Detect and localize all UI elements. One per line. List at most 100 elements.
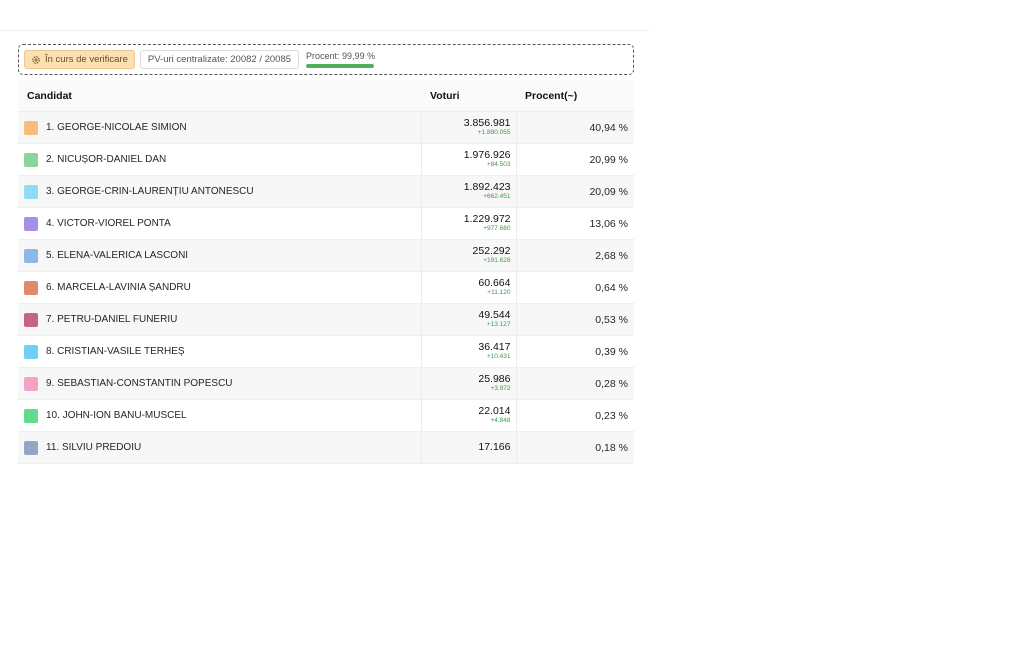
candidate-cell: 9. SEBASTIAN-CONSTANTIN POPESCU — [18, 367, 421, 400]
votes-cell: 49.544 +13.127 — [420, 303, 516, 336]
votes-cell: 1.976.926 +84.503 — [420, 143, 516, 176]
table-row[interactable]: 2. NICUȘOR-DANIEL DAN 1.976.926 +84.503 20,… — [18, 143, 634, 176]
candidate-cell: 1. GEORGE-NICOLAE SIMION — [18, 111, 421, 144]
results-table: Candidat Voturi Procent(~) 1. GEORGE-NIC… — [18, 80, 634, 464]
status-bar: În curs de verificare PV-uri centralizat… — [18, 44, 634, 75]
table-row[interactable]: 9. SEBASTIAN-CONSTANTIN POPESCU 25.986 +3.… — [18, 367, 634, 400]
candidate-cell: 8. CRISTIAN-VASILE TERHEȘ — [18, 335, 421, 368]
votes-delta: +662.451 — [483, 193, 511, 200]
candidate-color-swatch — [24, 152, 38, 167]
table-row[interactable]: 4. VICTOR-VIOREL PONTA 1.229.972 +977.680 1… — [18, 207, 634, 240]
percent-cell: 0,64 % — [515, 271, 634, 304]
pv-count-badge: PV-uri centralizate: 20082 / 20085 — [139, 50, 300, 69]
header-candidate[interactable]: Candidat — [18, 80, 421, 112]
candidate-cell: 7. PETRU-DANIEL FUNERIU — [18, 303, 421, 336]
table-row[interactable]: 11. SILVIU PREDOIU 17.166 0,18 % — [18, 431, 634, 464]
votes-value: 60.664 — [478, 277, 511, 289]
percent-cell: 0,18 % — [515, 431, 634, 464]
candidate-name: 8. CRISTIAN-VASILE TERHEȘ — [46, 346, 185, 357]
percent-cell: 0,23 % — [515, 399, 634, 432]
table-header-row: Candidat Voturi Procent(~) — [18, 80, 634, 112]
candidate-color-swatch — [24, 344, 38, 359]
candidate-name: 5. ELENA-VALERICA LASCONI — [46, 250, 189, 261]
candidate-color-swatch — [24, 376, 38, 391]
votes-value: 22.014 — [478, 405, 511, 417]
candidate-color-swatch — [24, 184, 38, 199]
candidate-color-swatch — [24, 216, 38, 231]
votes-value: 252.292 — [472, 245, 511, 257]
votes-cell: 36.417 +10.431 — [420, 335, 516, 368]
votes-delta: +3.972 — [490, 385, 511, 392]
votes-value: 36.417 — [478, 341, 511, 353]
votes-value: 17.166 — [478, 441, 511, 453]
percent-cell: 0,53 % — [515, 303, 634, 336]
candidate-cell: 4. VICTOR-VIOREL PONTA — [18, 207, 421, 240]
votes-value: 1.229.972 — [463, 213, 511, 225]
percent-progress-fill — [306, 64, 375, 68]
votes-value: 3.856.981 — [463, 117, 511, 129]
candidate-name: 10. JOHN-ION BANU-MUSCEL — [46, 410, 187, 421]
table-row[interactable]: 1. GEORGE-NICOLAE SIMION 3.856.981 +1.880.… — [18, 111, 634, 144]
percent-indicator: Procent: 99,99 % — [306, 51, 375, 68]
candidate-cell: 11. SILVIU PREDOIU — [18, 431, 421, 464]
pv-count-label: PV-uri centralizate: 20082 / 20085 — [147, 54, 292, 65]
table-row[interactable]: 6. MARCELA-LAVINIA ȘANDRU 60.664 +11.120 0,… — [18, 271, 634, 304]
votes-delta: +84.503 — [486, 161, 511, 168]
candidate-name: 4. VICTOR-VIOREL PONTA — [46, 218, 171, 229]
candidate-name: 1. GEORGE-NICOLAE SIMION — [46, 122, 187, 133]
candidate-name: 11. SILVIU PREDOIU — [46, 442, 142, 453]
votes-delta: +977.680 — [483, 225, 511, 232]
results-panel: În curs de verificare PV-uri centralizat… — [18, 44, 634, 464]
candidate-cell: 10. JOHN-ION BANU-MUSCEL — [18, 399, 421, 432]
percent-cell: 2,68 % — [515, 239, 634, 272]
votes-delta: +4.848 — [490, 417, 511, 424]
top-divider — [0, 30, 650, 31]
percent-cell: 13,06 % — [515, 207, 634, 240]
votes-cell: 60.664 +11.120 — [420, 271, 516, 304]
percent-cell: 40,94 % — [515, 111, 634, 144]
candidate-color-swatch — [24, 280, 38, 295]
candidate-cell: 6. MARCELA-LAVINIA ȘANDRU — [18, 271, 421, 304]
votes-cell: 252.292 +191.628 — [420, 239, 516, 272]
votes-delta: +10.431 — [486, 353, 511, 360]
candidate-color-swatch — [24, 440, 38, 455]
verification-badge[interactable]: În curs de verificare — [24, 50, 135, 69]
candidate-name: 3. GEORGE-CRIN-LAURENȚIU ANTONESCU — [46, 186, 254, 197]
votes-delta: +11.120 — [487, 289, 511, 296]
votes-cell: 3.856.981 +1.880.055 — [420, 111, 516, 144]
votes-delta: +13.127 — [486, 321, 511, 328]
table-row[interactable]: 3. GEORGE-CRIN-LAURENȚIU ANTONESCU 1.892.… — [18, 175, 634, 208]
percent-cell: 0,28 % — [515, 367, 634, 400]
votes-delta: +191.628 — [483, 257, 511, 264]
verification-label: În curs de verificare — [45, 54, 128, 65]
percent-cell: 0,39 % — [515, 335, 634, 368]
candidate-cell: 3. GEORGE-CRIN-LAURENȚIU ANTONESCU — [18, 175, 421, 208]
table-row[interactable]: 8. CRISTIAN-VASILE TERHEȘ 36.417 +10.431 0,… — [18, 335, 634, 368]
percent-progress-track — [306, 64, 375, 68]
header-votes[interactable]: Voturi — [421, 80, 516, 112]
votes-cell: 17.166 — [420, 431, 516, 464]
candidate-color-swatch — [24, 312, 38, 327]
candidate-color-swatch — [24, 408, 38, 423]
percent-label: Procent: 99,99 % — [306, 51, 376, 61]
candidate-color-swatch — [24, 120, 38, 135]
table-row[interactable]: 5. ELENA-VALERICA LASCONI 252.292 +191.628… — [18, 239, 634, 272]
candidate-color-swatch — [24, 248, 38, 263]
header-percent[interactable]: Procent(~) — [516, 80, 634, 112]
votes-value: 1.892.423 — [463, 181, 511, 193]
votes-cell: 22.014 +4.848 — [420, 399, 516, 432]
gear-icon — [32, 55, 40, 64]
candidate-name: 7. PETRU-DANIEL FUNERIU — [46, 314, 178, 325]
table-row[interactable]: 10. JOHN-ION BANU-MUSCEL 22.014 +4.848 0,23… — [18, 399, 634, 432]
votes-cell: 25.986 +3.972 — [420, 367, 516, 400]
table-row[interactable]: 7. PETRU-DANIEL FUNERIU 49.544 +13.127 0,53… — [18, 303, 634, 336]
votes-cell: 1.229.972 +977.680 — [420, 207, 516, 240]
votes-value: 25.986 — [478, 373, 511, 385]
candidate-name: 6. MARCELA-LAVINIA ȘANDRU — [46, 282, 191, 293]
percent-cell: 20,09 % — [515, 175, 634, 208]
candidate-cell: 5. ELENA-VALERICA LASCONI — [18, 239, 421, 272]
votes-value: 1.976.926 — [463, 149, 511, 161]
votes-delta: +1.880.055 — [477, 129, 511, 136]
votes-cell: 1.892.423 +662.451 — [420, 175, 516, 208]
candidate-cell: 2. NICUȘOR-DANIEL DAN — [18, 143, 421, 176]
